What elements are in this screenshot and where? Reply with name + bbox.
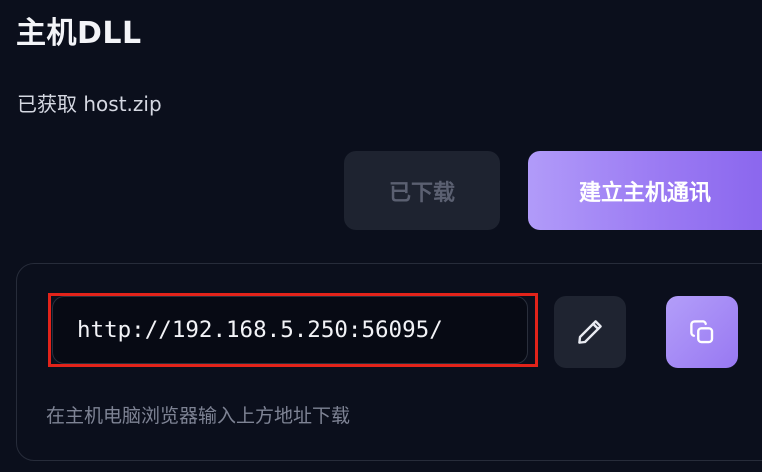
copy-url-button[interactable] [666,296,738,368]
pencil-icon [578,320,602,344]
url-text: http://192.168.5.250:56095/ [77,317,443,343]
status-text: 已获取 host.zip [17,92,162,116]
url-field[interactable]: http://192.168.5.250:56095/ [52,296,528,364]
page-title: 主机DLL [16,16,142,51]
copy-icon [690,320,714,344]
edit-url-button[interactable] [554,296,626,368]
host-dll-page: 主机DLL 已获取 host.zip 已下载 建立主机通讯 http://192… [0,0,762,472]
download-hint: 在主机电脑浏览器输入上方地址下载 [46,405,351,427]
downloaded-button[interactable]: 已下载 [344,151,500,230]
connect-host-button[interactable]: 建立主机通讯 [528,151,762,230]
